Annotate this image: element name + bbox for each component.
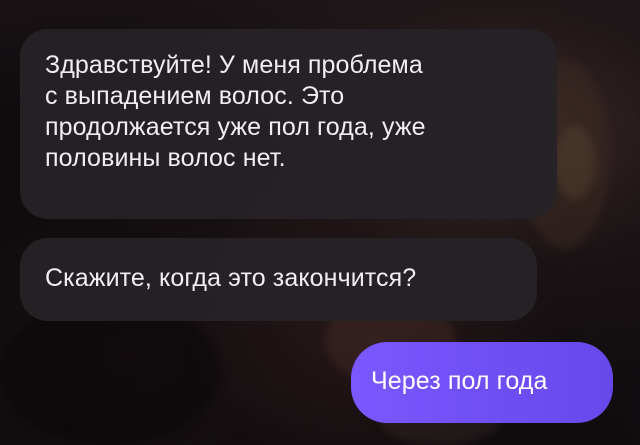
outgoing-message-bubble[interactable]: Через пол года <box>351 342 613 423</box>
message-text-line: с выпадением волос. Это <box>45 82 345 110</box>
message-text: Скажите, когда это закончится? <box>45 264 417 292</box>
incoming-message-bubble[interactable]: Скажите, когда это закончится? <box>20 238 537 321</box>
background-blur-shape <box>555 125 595 200</box>
message-text-line: продолжается уже пол года, уже <box>45 113 426 141</box>
incoming-message-bubble[interactable]: Здравствуйте! У меня проблема с выпадени… <box>20 29 557 219</box>
message-text: Через пол года <box>371 367 548 395</box>
background-blur-shape <box>0 300 220 445</box>
message-text-line: Здравствуйте! У меня проблема <box>45 51 423 79</box>
message-text-line: половины волос нет. <box>45 144 286 172</box>
chat-screen: Здравствуйте! У меня проблема с выпадени… <box>0 0 640 445</box>
